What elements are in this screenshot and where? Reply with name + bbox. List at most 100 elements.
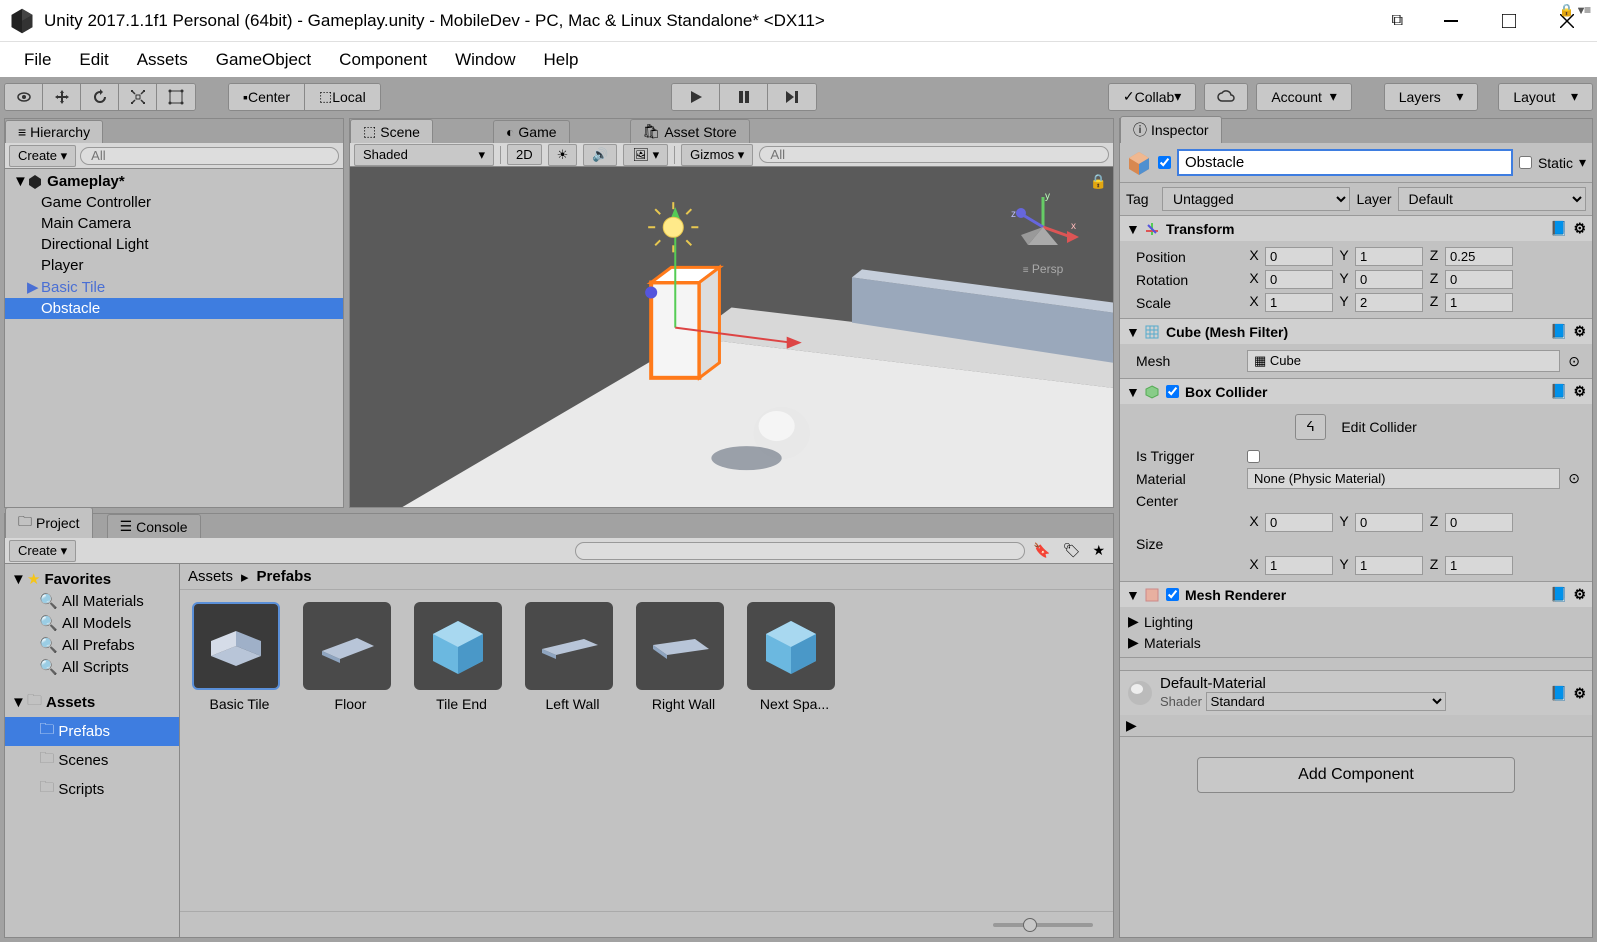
is-trigger-checkbox[interactable] (1247, 450, 1260, 463)
lighting-foldout[interactable]: ▶Lighting (1128, 611, 1584, 632)
favorite-item[interactable]: 🔍All Prefabs (5, 634, 179, 656)
console-tab[interactable]: ☰Console (107, 514, 201, 538)
help-icon[interactable]: 📘 (1550, 323, 1567, 340)
project-search-input[interactable] (575, 542, 1025, 560)
gear-icon[interactable]: ⚙ (1573, 323, 1586, 340)
folder-item[interactable]: 🗀Scripts (5, 775, 179, 804)
help-icon[interactable]: 📘 (1550, 383, 1567, 400)
center-y-input[interactable] (1355, 513, 1423, 532)
mesh-field[interactable]: ▦ Cube (1247, 350, 1560, 372)
menu-gameobject[interactable]: GameObject (202, 44, 325, 76)
prefab-item[interactable]: Left Wall (525, 602, 620, 712)
rotation-y-input[interactable] (1355, 270, 1423, 289)
shading-mode-dropdown[interactable]: Shaded ▾ (354, 144, 494, 166)
rect-tool-button[interactable] (157, 84, 195, 110)
material-foldout-icon[interactable]: ▶ (1126, 717, 1137, 733)
scene-viewport[interactable]: y x z ≡ Persp 🔒 (350, 167, 1113, 507)
folder-item-selected[interactable]: 🗀Prefabs (5, 717, 179, 746)
center-x-input[interactable] (1265, 513, 1333, 532)
collab-dropdown[interactable]: ✓ Collab ▾ (1109, 84, 1195, 110)
project-tab[interactable]: 🗀Project (5, 507, 93, 538)
scene-lock-icon[interactable]: 🔒 (1090, 173, 1107, 190)
audio-toggle-button[interactable]: 🔊 (583, 144, 617, 166)
hand-tool-button[interactable] (5, 84, 43, 110)
layers-dropdown[interactable]: Layers ▾ (1385, 84, 1478, 110)
static-dropdown-icon[interactable]: ▾ (1579, 154, 1586, 171)
gameobject-active-checkbox[interactable] (1158, 156, 1171, 169)
hierarchy-item[interactable]: Main Camera (5, 213, 343, 234)
favorites-header[interactable]: ▼★Favorites (5, 568, 179, 590)
scale-z-input[interactable] (1445, 293, 1513, 312)
filter-by-label-icon[interactable]: 🏷 (1059, 542, 1085, 559)
prefab-item[interactable]: Right Wall (636, 602, 731, 712)
position-y-input[interactable] (1355, 247, 1423, 266)
materials-foldout[interactable]: ▶Materials (1128, 632, 1584, 653)
object-picker-icon[interactable]: ⊙ (1564, 470, 1584, 487)
maximize-button[interactable] (1499, 11, 1519, 31)
account-dropdown[interactable]: Account ▾ (1257, 84, 1350, 110)
tag-dropdown[interactable]: Untagged (1162, 187, 1350, 211)
orientation-gizmo[interactable]: y x z ≡ Persp (1003, 187, 1083, 267)
2d-toggle-button[interactable]: 2D (507, 144, 542, 165)
size-y-input[interactable] (1355, 556, 1423, 575)
restore-icon[interactable]: ⧉ (1392, 12, 1403, 30)
prefab-item[interactable]: Floor (303, 602, 398, 712)
hierarchy-item-selected[interactable]: Obstacle (5, 298, 343, 319)
menu-help[interactable]: Help (530, 44, 593, 76)
size-x-input[interactable] (1265, 556, 1333, 575)
material-header[interactable]: Default-Material Shader Standard 📘 ⚙ (1120, 671, 1592, 715)
assets-header[interactable]: ▼🗀Assets (5, 688, 179, 717)
gear-icon[interactable]: ⚙ (1573, 586, 1586, 603)
game-tab[interactable]: ◐Game (493, 120, 570, 143)
layer-dropdown[interactable]: Default (1398, 187, 1586, 211)
menu-edit[interactable]: Edit (65, 44, 122, 76)
prefab-item[interactable]: Tile End (414, 602, 509, 712)
edit-collider-button[interactable]: ᔦ (1295, 414, 1325, 440)
mesh-filter-component-header[interactable]: ▼ Cube (Mesh Filter) 📘 ⚙ (1120, 319, 1592, 344)
move-tool-button[interactable] (43, 84, 81, 110)
position-x-input[interactable] (1265, 247, 1333, 266)
pivot-toggle-button[interactable]: ▪ Center (229, 84, 305, 110)
prefab-item-selected[interactable]: Basic Tile (192, 602, 287, 712)
gizmos-dropdown[interactable]: Gizmos ▾ (681, 144, 753, 166)
lighting-toggle-button[interactable]: ☀ (548, 144, 578, 166)
physic-material-field[interactable]: None (Physic Material) (1247, 468, 1560, 489)
help-icon[interactable]: 📘 (1550, 220, 1567, 237)
rotation-x-input[interactable] (1265, 270, 1333, 289)
menu-assets[interactable]: Assets (123, 44, 202, 76)
favorite-item[interactable]: 🔍All Materials (5, 590, 179, 612)
size-z-input[interactable] (1445, 556, 1513, 575)
favorite-item[interactable]: 🔍All Models (5, 612, 179, 634)
asset-store-tab[interactable]: 🛍Asset Store (630, 119, 750, 143)
menu-window[interactable]: Window (441, 44, 529, 76)
gameobject-name-input[interactable] (1177, 149, 1513, 176)
hierarchy-item[interactable]: Player (5, 255, 343, 276)
gear-icon[interactable]: ⚙ (1573, 220, 1586, 237)
folder-item[interactable]: 🗀Scenes (5, 746, 179, 775)
scene-search-input[interactable] (759, 146, 1109, 163)
mesh-renderer-enabled-checkbox[interactable] (1166, 588, 1179, 601)
add-component-button[interactable]: Add Component (1197, 757, 1515, 793)
inspector-tab[interactable]: ⓘInspector (1120, 116, 1222, 143)
hierarchy-search-input[interactable] (80, 147, 339, 165)
box-collider-enabled-checkbox[interactable] (1166, 385, 1179, 398)
mesh-renderer-component-header[interactable]: ▼ Mesh Renderer 📘 ⚙ (1120, 582, 1592, 607)
scale-x-input[interactable] (1265, 293, 1333, 312)
layout-dropdown[interactable]: Layout ▾ (1499, 84, 1592, 110)
box-collider-component-header[interactable]: ▼ Box Collider 📘 ⚙ (1120, 379, 1592, 404)
step-button[interactable] (768, 84, 816, 110)
panel-menu-icon[interactable]: ▾≡ (1578, 3, 1591, 17)
minimize-button[interactable] (1441, 11, 1461, 31)
gear-icon[interactable]: ⚙ (1573, 383, 1586, 400)
hierarchy-item-prefab[interactable]: ▶Basic Tile (5, 276, 343, 298)
help-icon[interactable]: 📘 (1550, 685, 1567, 702)
scale-tool-button[interactable] (119, 84, 157, 110)
pause-button[interactable] (720, 84, 768, 110)
hierarchy-scene-root[interactable]: ▼ Gameplay* (5, 171, 343, 192)
hierarchy-tab[interactable]: ≡Hierarchy (5, 120, 103, 143)
scale-y-input[interactable] (1355, 293, 1423, 312)
favorite-item[interactable]: 🔍All Scripts (5, 656, 179, 678)
transform-component-header[interactable]: ▼ Transform 📘 ⚙ (1120, 216, 1592, 241)
icon-size-slider[interactable] (993, 923, 1093, 927)
help-icon[interactable]: 📘 (1550, 586, 1567, 603)
